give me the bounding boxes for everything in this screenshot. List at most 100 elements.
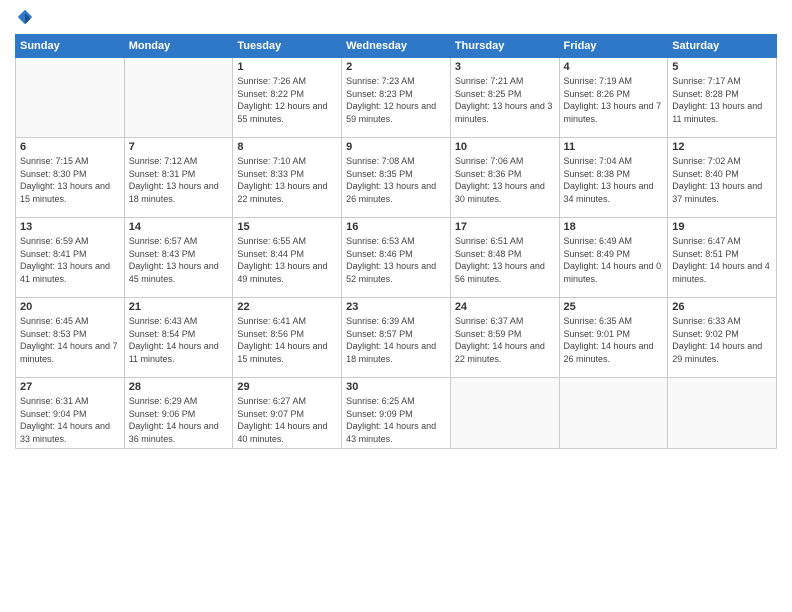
day-info: Sunrise: 6:57 AMSunset: 8:43 PMDaylight:… bbox=[129, 235, 229, 285]
day-number: 30 bbox=[346, 381, 446, 393]
day-info: Sunrise: 6:25 AMSunset: 9:09 PMDaylight:… bbox=[346, 395, 446, 445]
day-number: 18 bbox=[564, 221, 664, 233]
day-number: 13 bbox=[20, 221, 120, 233]
weekday-header: Sunday bbox=[16, 35, 125, 58]
calendar-cell bbox=[124, 58, 233, 138]
calendar-cell: 2 Sunrise: 7:23 AMSunset: 8:23 PMDaylight… bbox=[342, 58, 451, 138]
day-number: 19 bbox=[672, 221, 772, 233]
day-number: 17 bbox=[455, 221, 555, 233]
calendar-cell bbox=[16, 58, 125, 138]
day-info: Sunrise: 7:06 AMSunset: 8:36 PMDaylight:… bbox=[455, 155, 555, 205]
weekday-header: Thursday bbox=[450, 35, 559, 58]
calendar-cell: 21Sunrise: 6:43 AMSunset: 8:54 PMDayligh… bbox=[124, 298, 233, 378]
day-number: 21 bbox=[129, 301, 229, 313]
day-info: Sunrise: 6:39 AMSunset: 8:57 PMDaylight:… bbox=[346, 315, 446, 365]
day-number: 11 bbox=[564, 141, 664, 153]
day-info: Sunrise: 6:45 AMSunset: 8:53 PMDaylight:… bbox=[20, 315, 120, 365]
calendar-cell: 10 Sunrise: 7:06 AMSunset: 8:36 PMDayligh… bbox=[450, 138, 559, 218]
calendar-cell: 27 Sunrise: 6:31 AMSunset: 9:04 PMDayligh… bbox=[16, 378, 125, 449]
calendar-cell: 29Sunrise: 6:27 AMSunset: 9:07 PMDayligh… bbox=[233, 378, 342, 449]
calendar-cell: 4 Sunrise: 7:19 AMSunset: 8:26 PMDaylight… bbox=[559, 58, 668, 138]
calendar-cell: 14 Sunrise: 6:57 AMSunset: 8:43 PMDayligh… bbox=[124, 218, 233, 298]
page: SundayMondayTuesdayWednesdayThursdayFrid… bbox=[0, 0, 792, 612]
day-info: Sunrise: 6:31 AMSunset: 9:04 PMDaylight:… bbox=[20, 395, 120, 445]
day-info: Sunrise: 7:17 AMSunset: 8:28 PMDaylight:… bbox=[672, 75, 772, 125]
calendar-cell: 7 Sunrise: 7:12 AMSunset: 8:31 PMDaylight… bbox=[124, 138, 233, 218]
calendar-cell: 19 Sunrise: 6:47 AMSunset: 8:51 PMDayligh… bbox=[668, 218, 777, 298]
weekday-header: Wednesday bbox=[342, 35, 451, 58]
day-number: 9 bbox=[346, 141, 446, 153]
day-info: Sunrise: 7:15 AMSunset: 8:30 PMDaylight:… bbox=[20, 155, 120, 205]
day-number: 5 bbox=[672, 61, 772, 73]
calendar-cell: 24Sunrise: 6:37 AMSunset: 8:59 PMDayligh… bbox=[450, 298, 559, 378]
day-info: Sunrise: 6:51 AMSunset: 8:48 PMDaylight:… bbox=[455, 235, 555, 285]
day-info: Sunrise: 7:23 AMSunset: 8:23 PMDaylight:… bbox=[346, 75, 446, 125]
day-number: 7 bbox=[129, 141, 229, 153]
day-info: Sunrise: 6:35 AMSunset: 9:01 PMDaylight:… bbox=[564, 315, 664, 365]
day-number: 16 bbox=[346, 221, 446, 233]
day-info: Sunrise: 6:55 AMSunset: 8:44 PMDaylight:… bbox=[237, 235, 337, 285]
day-info: Sunrise: 7:21 AMSunset: 8:25 PMDaylight:… bbox=[455, 75, 555, 125]
day-number: 12 bbox=[672, 141, 772, 153]
calendar-cell: 5 Sunrise: 7:17 AMSunset: 8:28 PMDaylight… bbox=[668, 58, 777, 138]
day-number: 20 bbox=[20, 301, 120, 313]
day-number: 4 bbox=[564, 61, 664, 73]
day-info: Sunrise: 6:41 AMSunset: 8:56 PMDaylight:… bbox=[237, 315, 337, 365]
day-info: Sunrise: 7:12 AMSunset: 8:31 PMDaylight:… bbox=[129, 155, 229, 205]
day-number: 8 bbox=[237, 141, 337, 153]
day-number: 25 bbox=[564, 301, 664, 313]
calendar-cell: 8 Sunrise: 7:10 AMSunset: 8:33 PMDaylight… bbox=[233, 138, 342, 218]
header bbox=[15, 10, 777, 26]
day-number: 10 bbox=[455, 141, 555, 153]
calendar-row: 27 Sunrise: 6:31 AMSunset: 9:04 PMDayligh… bbox=[16, 378, 777, 449]
calendar-cell bbox=[559, 378, 668, 449]
calendar-row: 1 Sunrise: 7:26 AMSunset: 8:22 PMDaylight… bbox=[16, 58, 777, 138]
weekday-header: Monday bbox=[124, 35, 233, 58]
calendar-cell: 23 Sunrise: 6:39 AMSunset: 8:57 PMDayligh… bbox=[342, 298, 451, 378]
logo-icon bbox=[16, 8, 34, 26]
day-info: Sunrise: 6:47 AMSunset: 8:51 PMDaylight:… bbox=[672, 235, 772, 285]
day-info: Sunrise: 7:19 AMSunset: 8:26 PMDaylight:… bbox=[564, 75, 664, 125]
calendar-cell: 20 Sunrise: 6:45 AMSunset: 8:53 PMDayligh… bbox=[16, 298, 125, 378]
day-number: 26 bbox=[672, 301, 772, 313]
day-number: 2 bbox=[346, 61, 446, 73]
day-info: Sunrise: 6:53 AMSunset: 8:46 PMDaylight:… bbox=[346, 235, 446, 285]
calendar-cell: 26 Sunrise: 6:33 AMSunset: 9:02 PMDayligh… bbox=[668, 298, 777, 378]
day-info: Sunrise: 7:26 AMSunset: 8:22 PMDaylight:… bbox=[237, 75, 337, 125]
day-info: Sunrise: 7:02 AMSunset: 8:40 PMDaylight:… bbox=[672, 155, 772, 205]
calendar-header-row: SundayMondayTuesdayWednesdayThursdayFrid… bbox=[16, 35, 777, 58]
calendar-cell: 22 Sunrise: 6:41 AMSunset: 8:56 PMDayligh… bbox=[233, 298, 342, 378]
logo bbox=[15, 10, 34, 26]
calendar-cell: 9 Sunrise: 7:08 AMSunset: 8:35 PMDaylight… bbox=[342, 138, 451, 218]
calendar-cell: 16 Sunrise: 6:53 AMSunset: 8:46 PMDayligh… bbox=[342, 218, 451, 298]
calendar-cell bbox=[450, 378, 559, 449]
calendar-cell: 6 Sunrise: 7:15 AMSunset: 8:30 PMDaylight… bbox=[16, 138, 125, 218]
weekday-header: Friday bbox=[559, 35, 668, 58]
calendar-row: 6 Sunrise: 7:15 AMSunset: 8:30 PMDaylight… bbox=[16, 138, 777, 218]
day-number: 14 bbox=[129, 221, 229, 233]
calendar-row: 20 Sunrise: 6:45 AMSunset: 8:53 PMDayligh… bbox=[16, 298, 777, 378]
calendar-cell: 1 Sunrise: 7:26 AMSunset: 8:22 PMDaylight… bbox=[233, 58, 342, 138]
calendar-table: SundayMondayTuesdayWednesdayThursdayFrid… bbox=[15, 34, 777, 449]
day-info: Sunrise: 6:27 AMSunset: 9:07 PMDaylight:… bbox=[237, 395, 337, 445]
day-number: 6 bbox=[20, 141, 120, 153]
day-number: 22 bbox=[237, 301, 337, 313]
weekday-header: Tuesday bbox=[233, 35, 342, 58]
calendar-cell: 17 Sunrise: 6:51 AMSunset: 8:48 PMDayligh… bbox=[450, 218, 559, 298]
calendar-cell: 11Sunrise: 7:04 AMSunset: 8:38 PMDayligh… bbox=[559, 138, 668, 218]
day-number: 23 bbox=[346, 301, 446, 313]
day-number: 28 bbox=[129, 381, 229, 393]
day-info: Sunrise: 7:08 AMSunset: 8:35 PMDaylight:… bbox=[346, 155, 446, 205]
day-info: Sunrise: 6:33 AMSunset: 9:02 PMDaylight:… bbox=[672, 315, 772, 365]
day-number: 27 bbox=[20, 381, 120, 393]
day-info: Sunrise: 7:10 AMSunset: 8:33 PMDaylight:… bbox=[237, 155, 337, 205]
calendar-cell: 30 Sunrise: 6:25 AMSunset: 9:09 PMDayligh… bbox=[342, 378, 451, 449]
calendar-cell: 12 Sunrise: 7:02 AMSunset: 8:40 PMDayligh… bbox=[668, 138, 777, 218]
day-info: Sunrise: 6:59 AMSunset: 8:41 PMDaylight:… bbox=[20, 235, 120, 285]
calendar-cell: 15Sunrise: 6:55 AMSunset: 8:44 PMDayligh… bbox=[233, 218, 342, 298]
day-number: 1 bbox=[237, 61, 337, 73]
calendar-cell bbox=[668, 378, 777, 449]
calendar-cell: 18Sunrise: 6:49 AMSunset: 8:49 PMDayligh… bbox=[559, 218, 668, 298]
calendar-cell: 3Sunrise: 7:21 AMSunset: 8:25 PMDaylight… bbox=[450, 58, 559, 138]
weekday-header: Saturday bbox=[668, 35, 777, 58]
